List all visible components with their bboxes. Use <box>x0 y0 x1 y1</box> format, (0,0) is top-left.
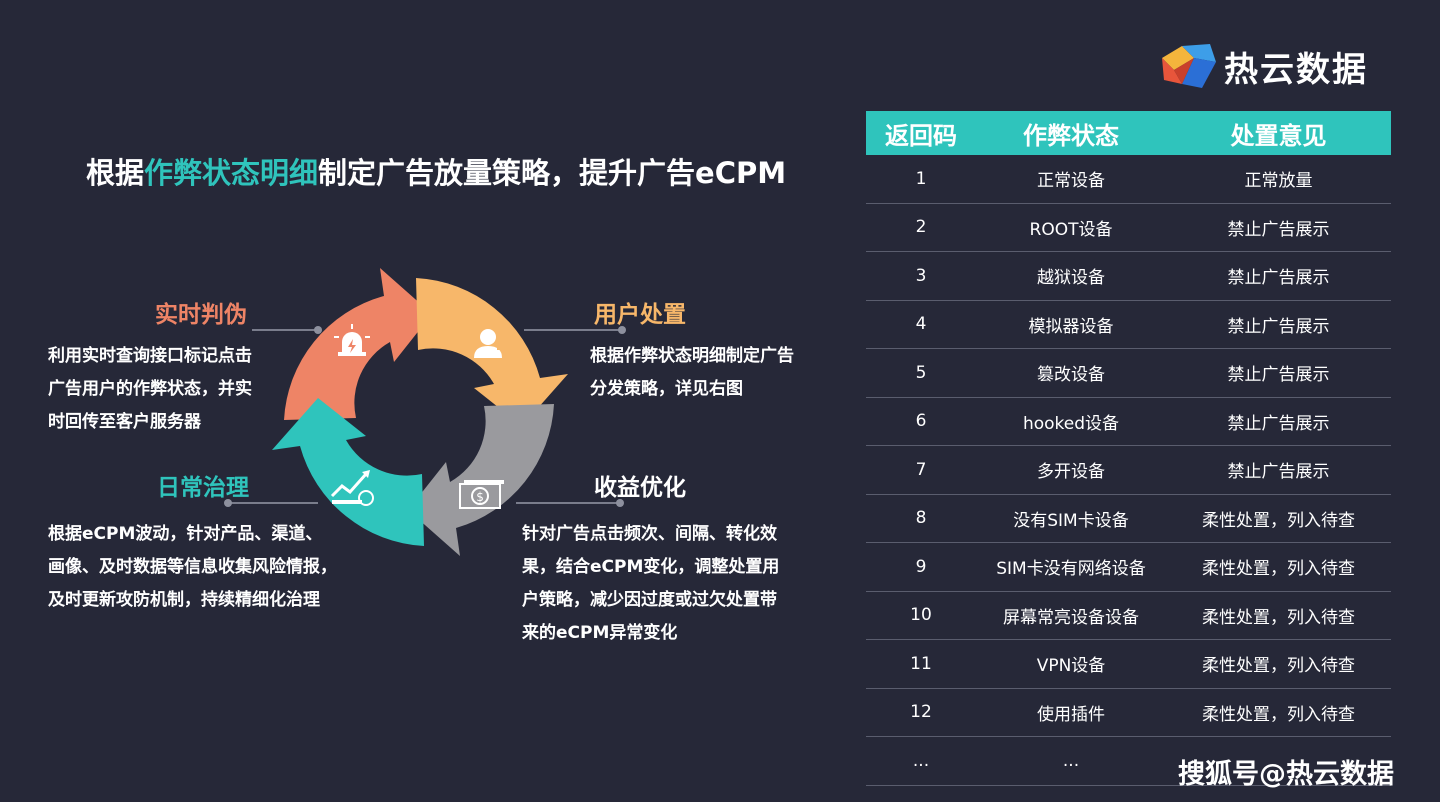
title-prefix: 根据 <box>86 156 145 190</box>
title-highlight: 作弊状态明细 <box>144 156 319 190</box>
realtime-desc: 利用实时查询接口标记点击 广告用户的作弊状态，并实 时回传至客户服务器 <box>48 346 252 432</box>
page-title: 根据作弊状态明细制定广告放量策略，提升广告eCPM <box>86 150 786 192</box>
table-row: 3 越狱设备 禁止广告展示 <box>866 252 1391 301</box>
cell-status: 多开设备 <box>1037 462 1105 483</box>
cell-status: 屏幕常亮设备设备 <box>1003 607 1139 628</box>
cell-action: 柔性处置，列入待查 <box>1202 607 1355 628</box>
cell-status: VPN设备 <box>1036 656 1106 677</box>
cell-code: 5 <box>915 362 927 383</box>
table-row: 4 模拟器设备 禁止广告展示 <box>866 301 1391 349</box>
brand-name: 热云数据 <box>1224 49 1368 90</box>
cell-code: 1 <box>915 168 927 189</box>
header-action: 处置意见 <box>1230 121 1327 150</box>
header-code: 返回码 <box>885 121 957 150</box>
table-header: 返回码 作弊状态 处置意见 <box>866 111 1391 155</box>
cell-action: 禁止广告展示 <box>1227 316 1330 337</box>
cycle-diagram: $ <box>270 262 570 562</box>
user-desc: 根据作弊状态明细制定广告 分发策略，详见右图 <box>590 346 794 399</box>
daily-desc: 根据eCPM波动，针对产品、渠道、 画像、及时数据等信息收集风险情报， 及时更新… <box>48 524 337 610</box>
cell-code: ... <box>912 750 930 771</box>
table-row: 11 VPN设备 柔性处置，列入待查 <box>866 640 1391 689</box>
cell-status: ROOT设备 <box>1029 219 1113 240</box>
cell-status: 篡改设备 <box>1037 365 1105 386</box>
cell-code: 12 <box>910 702 932 723</box>
daily-title: 日常治理 <box>157 475 249 501</box>
user-title: 用户处置 <box>594 302 686 328</box>
cell-code: 6 <box>915 411 927 432</box>
revenue-title: 收益优化 <box>594 475 686 501</box>
svg-text:$: $ <box>476 490 484 504</box>
title-suffix: 制定广告放量策略，提升广告eCPM <box>318 156 787 190</box>
cell-status: 没有SIM卡设备 <box>1013 510 1129 531</box>
user-leader <box>524 326 626 334</box>
cell-code: 7 <box>915 459 927 480</box>
cell-action: 禁止广告展示 <box>1227 413 1330 434</box>
cell-action: 柔性处置，列入待查 <box>1202 510 1355 531</box>
watermark: 搜狐号@热云数据 <box>1178 759 1394 790</box>
table-row: 10 屏幕常亮设备设备 柔性处置，列入待查 <box>866 592 1391 640</box>
cell-action: 柔性处置，列入待查 <box>1202 656 1355 677</box>
table-row: 1 正常设备 正常放量 <box>866 155 1391 204</box>
table-row: 8 没有SIM卡设备 柔性处置，列入待查 <box>866 495 1391 543</box>
cell-code: 4 <box>915 314 927 335</box>
cell-action: 禁止广告展示 <box>1227 462 1330 483</box>
cell-code: 11 <box>910 653 932 674</box>
table-body: 1 正常设备 正常放量 2 ROOT设备 禁止广告展示 3 越狱设备 禁止广告展示 4 模拟器设备禁… <box>866 155 1391 786</box>
cell-code: 2 <box>915 217 927 238</box>
realtime-leader <box>252 326 322 334</box>
table-row: 9 SIM卡没有网络设备 柔性处置，列入待查 <box>866 543 1391 592</box>
cell-action: 禁止广告展示 <box>1227 365 1330 386</box>
status-table: 返回码 作弊状态 处置意见 1 正常设备 正常放量 2 ROOT设备 禁止广告展示 3 越狱设… <box>866 111 1391 786</box>
cell-code: 10 <box>910 605 932 626</box>
header-status: 作弊状态 <box>1023 121 1119 150</box>
table-row: 5 篡改设备 禁止广告展示 <box>866 349 1391 398</box>
cell-status: hooked设备 <box>1022 413 1120 434</box>
cell-status: SIM卡没有网络设备 <box>996 559 1146 580</box>
cell-code: 3 <box>915 265 927 286</box>
revenue-leader <box>516 499 624 507</box>
brand-logo: 热云数据 <box>1158 40 1368 92</box>
cell-action: 禁止广告展示 <box>1227 219 1330 240</box>
realtime-title: 实时判伪 <box>155 302 247 328</box>
cell-action: 柔性处置，列入待查 <box>1202 704 1355 725</box>
table-row: 6 hooked设备 禁止广告展示 <box>866 398 1391 446</box>
cell-action: 禁止广告展示 <box>1227 268 1330 289</box>
table-row: 7 多开设备 禁止广告展示 <box>866 446 1391 495</box>
cell-status: 模拟器设备 <box>1028 316 1114 337</box>
cell-status: 使用插件 <box>1037 704 1105 725</box>
cell-status: 越狱设备 <box>1037 268 1105 289</box>
cell-action: 正常放量 <box>1244 171 1313 192</box>
cell-status: ... <box>1062 750 1080 771</box>
cell-code: 9 <box>915 556 927 577</box>
cell-status: 正常设备 <box>1037 171 1105 192</box>
cube-logo-icon <box>1162 44 1216 88</box>
cell-code: 8 <box>915 508 927 529</box>
table-row: 12 使用插件 柔性处置，列入待查 <box>866 689 1391 737</box>
daily-leader <box>224 499 318 507</box>
table-row: 2 ROOT设备 禁止广告展示 <box>866 204 1391 252</box>
revenue-desc: 针对广告点击频次、间隔、转化效 果，结合eCPM变化，调整处置用 户策略，减少因… <box>522 524 780 643</box>
cell-action: 柔性处置，列入待查 <box>1202 559 1355 580</box>
